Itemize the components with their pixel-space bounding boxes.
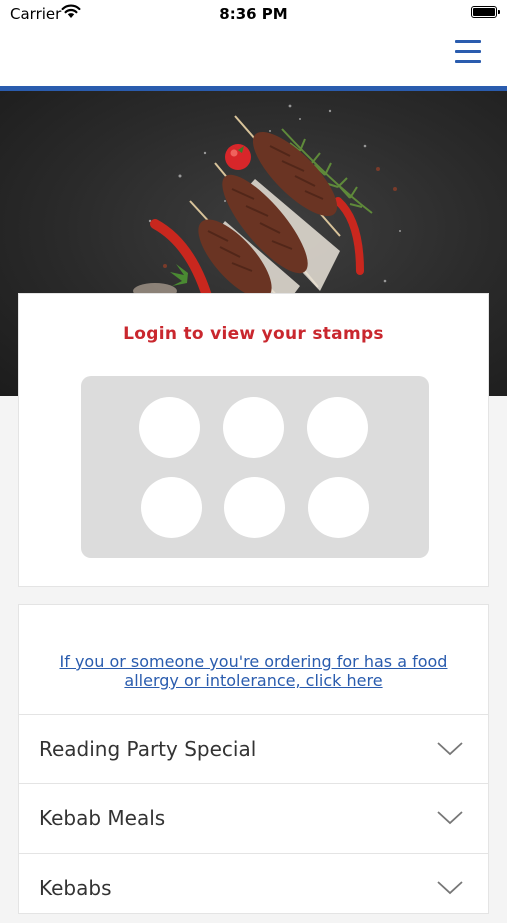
clock: 8:36 PM — [219, 5, 288, 23]
stamp-slot — [308, 477, 369, 538]
stamp-grid — [81, 376, 429, 558]
stamp-slot — [141, 477, 202, 538]
category-label: Kebabs — [39, 876, 112, 900]
stamp-slot — [139, 397, 200, 458]
menu-card: If you or someone you're ordering for ha… — [18, 604, 489, 914]
category-label: Kebab Meals — [39, 806, 166, 830]
status-bar: Carrier 8:36 PM — [0, 0, 507, 30]
hamburger-menu-icon[interactable] — [455, 40, 483, 64]
chevron-down-icon — [437, 742, 463, 756]
category-row-reading-party-special[interactable]: Reading Party Special — [19, 714, 488, 784]
stamp-slot — [307, 397, 368, 458]
chevron-down-icon — [437, 811, 463, 825]
chevron-down-icon — [437, 881, 463, 895]
top-nav-bar — [0, 30, 507, 91]
category-row-kebabs[interactable]: Kebabs — [19, 853, 488, 923]
category-label: Reading Party Special — [39, 737, 257, 761]
login-to-view-stamps-text[interactable]: Login to view your stamps — [19, 324, 488, 344]
category-row-kebab-meals[interactable]: Kebab Meals — [19, 783, 488, 853]
stamp-slot — [223, 397, 284, 458]
loyalty-stamps-card[interactable]: Login to view your stamps — [18, 293, 489, 587]
stamp-slot — [224, 477, 285, 538]
allergy-info-link[interactable]: If you or someone you're ordering for ha… — [39, 652, 468, 690]
battery-icon — [471, 6, 500, 18]
